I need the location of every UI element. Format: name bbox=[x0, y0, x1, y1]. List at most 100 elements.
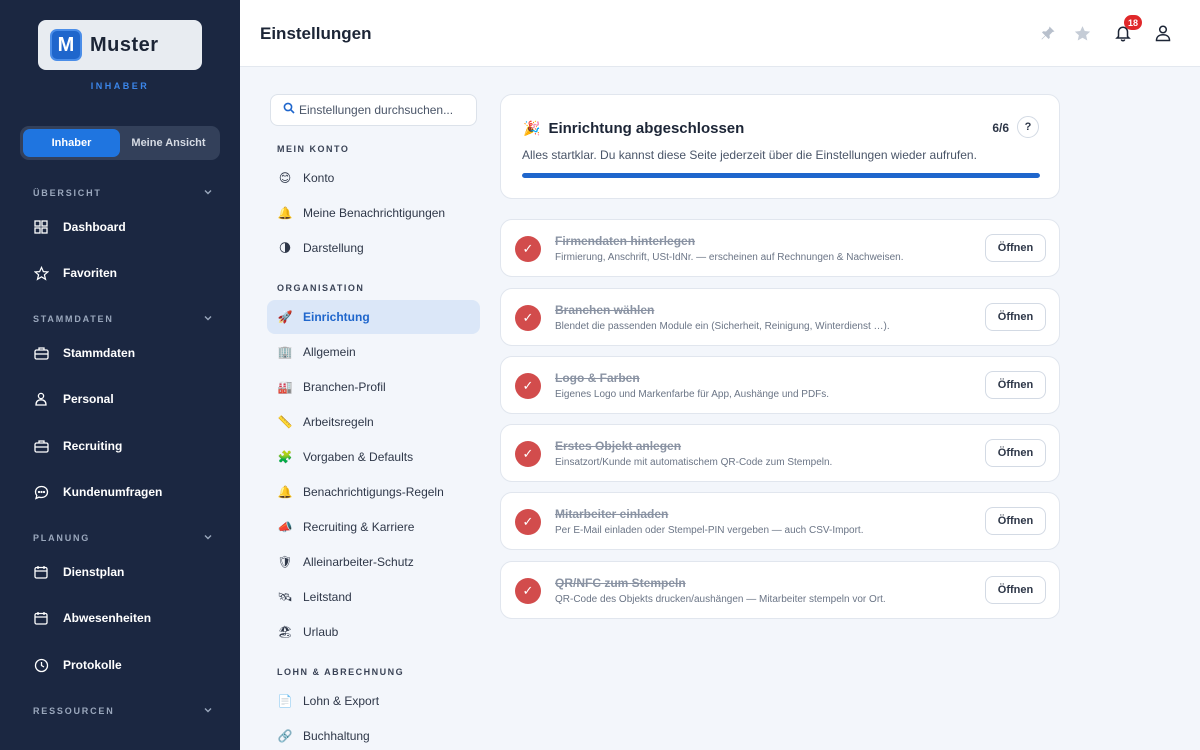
pin-icon[interactable] bbox=[1037, 22, 1059, 44]
task-description: Firmierung, Anschrift, USt-IdNr. — ersch… bbox=[555, 252, 904, 263]
toggle-owner-view[interactable]: Inhaber bbox=[23, 129, 120, 157]
sidebar-item-label: Recruiting bbox=[63, 439, 123, 453]
settings-item-notification-rules[interactable]: 🔔 Benachrichtigungs-Regeln bbox=[267, 475, 480, 509]
sidebar-item-dashboard[interactable]: Dashboard bbox=[33, 215, 213, 239]
checkmark-icon: ✓ bbox=[515, 578, 541, 604]
settings-item-industry-profile[interactable]: 🏭 Branchen-Profil bbox=[267, 370, 480, 404]
satellite-icon: 🛰 bbox=[277, 590, 293, 604]
brand-name: Muster bbox=[90, 33, 159, 56]
settings-section-account: MEIN KONTO bbox=[277, 144, 350, 154]
factory-icon: 🏭 bbox=[277, 380, 293, 394]
open-button[interactable]: Öffnen bbox=[985, 507, 1046, 535]
setup-progress-bar bbox=[522, 173, 1040, 178]
nav-section-label: PLANUNG bbox=[33, 533, 91, 543]
settings-item-label: Alleinarbeiter-Schutz bbox=[303, 555, 414, 569]
half-moon-icon: 🌗 bbox=[278, 241, 292, 255]
document-icon: 📄 bbox=[277, 694, 293, 708]
task-title: Erstes Objekt anlegen bbox=[555, 439, 682, 453]
sidebar-item-roster[interactable]: Dienstplan bbox=[33, 560, 213, 584]
settings-item-work-rules[interactable]: 📏 Arbeitsregeln bbox=[267, 405, 480, 439]
settings-item-label: Arbeitsregeln bbox=[303, 415, 374, 429]
settings-item-label: Vorgaben & Defaults bbox=[303, 450, 414, 464]
settings-search-input[interactable] bbox=[299, 103, 469, 117]
sidebar: M Muster INHABER Inhaber Meine Ansicht Ü… bbox=[0, 0, 240, 750]
open-button[interactable]: Öffnen bbox=[985, 439, 1046, 467]
sidebar-item-label: Personal bbox=[63, 392, 114, 406]
sidebar-item-masterdata[interactable]: Stammdaten bbox=[33, 341, 213, 365]
role-label: INHABER bbox=[90, 81, 150, 91]
open-button[interactable]: Öffnen bbox=[985, 371, 1046, 399]
settings-item-label: Buchhaltung bbox=[303, 729, 370, 743]
open-button[interactable]: Öffnen bbox=[985, 576, 1046, 604]
settings-item-general[interactable]: 🏢 Allgemein bbox=[267, 335, 480, 369]
clock-icon bbox=[33, 657, 49, 673]
open-button[interactable]: Öffnen bbox=[985, 303, 1046, 331]
setup-task: ✓ Firmendaten hinterlegen Firmierung, An… bbox=[500, 219, 1060, 277]
settings-item-my-notifications[interactable]: 🔔 Meine Benachrichtigungen bbox=[267, 196, 480, 230]
user-group-icon bbox=[33, 391, 49, 407]
task-description: Eigenes Logo und Markenfarbe für App, Au… bbox=[555, 389, 830, 400]
nav-section-overview[interactable]: ÜBERSICHT bbox=[33, 187, 213, 199]
settings-item-konto[interactable]: 😊 Konto bbox=[267, 161, 480, 195]
brand-mark-icon: M bbox=[50, 29, 82, 61]
task-description: Einsatzort/Kunde mit automatischem QR-Co… bbox=[555, 457, 833, 468]
nav-section-masterdata[interactable]: STAMMDATEN bbox=[33, 313, 213, 325]
grid-icon bbox=[33, 219, 49, 235]
settings-item-label: Urlaub bbox=[303, 625, 339, 639]
chevron-down-icon bbox=[203, 187, 213, 199]
briefcase-icon bbox=[33, 345, 49, 361]
settings-item-lone-worker[interactable]: 🛡 Alleinarbeiter-Schutz bbox=[267, 545, 480, 579]
settings-item-setup[interactable]: 🚀 Einrichtung bbox=[267, 300, 480, 334]
sidebar-item-label: Kundenumfragen bbox=[63, 485, 163, 499]
nav-section-planning[interactable]: PLANUNG bbox=[33, 532, 213, 544]
chevron-down-icon bbox=[203, 313, 213, 325]
setup-summary-card: 🎉 Einrichtung abgeschlossen 6/6 ? Alles … bbox=[500, 94, 1060, 199]
sidebar-item-staff[interactable]: Personal bbox=[33, 387, 213, 411]
calendar-icon bbox=[33, 564, 49, 580]
user-icon[interactable] bbox=[1152, 22, 1174, 44]
settings-item-accounting[interactable]: 🔗 Buchhaltung bbox=[267, 719, 480, 750]
chat-bubble-icon bbox=[33, 484, 49, 500]
link-icon: 🔗 bbox=[277, 729, 293, 743]
sidebar-item-logs[interactable]: Protokolle bbox=[33, 653, 213, 677]
settings-section-payroll: LOHN & ABRECHNUNG bbox=[277, 667, 405, 677]
rocket-icon: 🚀 bbox=[277, 310, 293, 324]
sidebar-item-recruiting[interactable]: Recruiting bbox=[33, 434, 213, 458]
settings-item-recruiting[interactable]: 📣 Recruiting & Karriere bbox=[267, 510, 480, 544]
settings-item-vacation[interactable]: 🏖 Urlaub bbox=[267, 615, 480, 649]
sidebar-item-absences[interactable]: Abwesenheiten bbox=[33, 606, 213, 630]
task-description: Per E-Mail einladen oder Stempel-PIN ver… bbox=[555, 525, 864, 536]
toggle-my-view[interactable]: Meine Ansicht bbox=[120, 129, 217, 157]
settings-item-control-center[interactable]: 🛰 Leitstand bbox=[267, 580, 480, 614]
sidebar-item-surveys[interactable]: Kundenumfragen bbox=[33, 480, 213, 504]
nav-section-label: STAMMDATEN bbox=[33, 314, 114, 324]
nav-section-label: RESSOURCEN bbox=[33, 706, 115, 716]
nav-section-label: ÜBERSICHT bbox=[33, 188, 102, 198]
briefcase-icon bbox=[33, 438, 49, 454]
task-title: Logo & Farben bbox=[555, 371, 640, 385]
star-icon[interactable] bbox=[1071, 22, 1093, 44]
settings-item-label: Branchen-Profil bbox=[303, 380, 386, 394]
settings-item-payroll-export[interactable]: 📄 Lohn & Export bbox=[267, 684, 480, 718]
settings-item-appearance[interactable]: 🌗 Darstellung bbox=[267, 231, 480, 265]
sidebar-item-favorites[interactable]: Favoriten bbox=[33, 261, 213, 285]
brand-logo[interactable]: M Muster bbox=[38, 20, 202, 70]
help-button[interactable]: ? bbox=[1017, 116, 1039, 138]
setup-progress-fill bbox=[522, 173, 1040, 178]
nav-section-resources[interactable]: RESSOURCEN bbox=[33, 705, 213, 717]
setup-task: ✓ Logo & Farben Eigenes Logo und Markenf… bbox=[500, 356, 1060, 414]
notification-badge: 18 bbox=[1124, 15, 1143, 30]
settings-item-label: Meine Benachrichtigungen bbox=[303, 206, 446, 220]
task-description: QR-Code des Objekts drucken/aushängen — … bbox=[555, 594, 886, 605]
task-title: Firmendaten hinterlegen bbox=[555, 234, 696, 248]
setup-progress-count: 6/6 bbox=[992, 121, 1009, 135]
open-button[interactable]: Öffnen bbox=[985, 234, 1046, 262]
search-icon bbox=[283, 101, 295, 119]
settings-search[interactable] bbox=[270, 94, 477, 126]
beach-icon: 🏖 bbox=[277, 625, 293, 639]
settings-section-organisation: ORGANISATION bbox=[277, 283, 365, 293]
settings-item-defaults[interactable]: 🧩 Vorgaben & Defaults bbox=[267, 440, 480, 474]
settings-item-label: Einrichtung bbox=[303, 310, 370, 324]
shield-icon: 🛡 bbox=[277, 555, 293, 569]
checkmark-icon: ✓ bbox=[515, 441, 541, 467]
